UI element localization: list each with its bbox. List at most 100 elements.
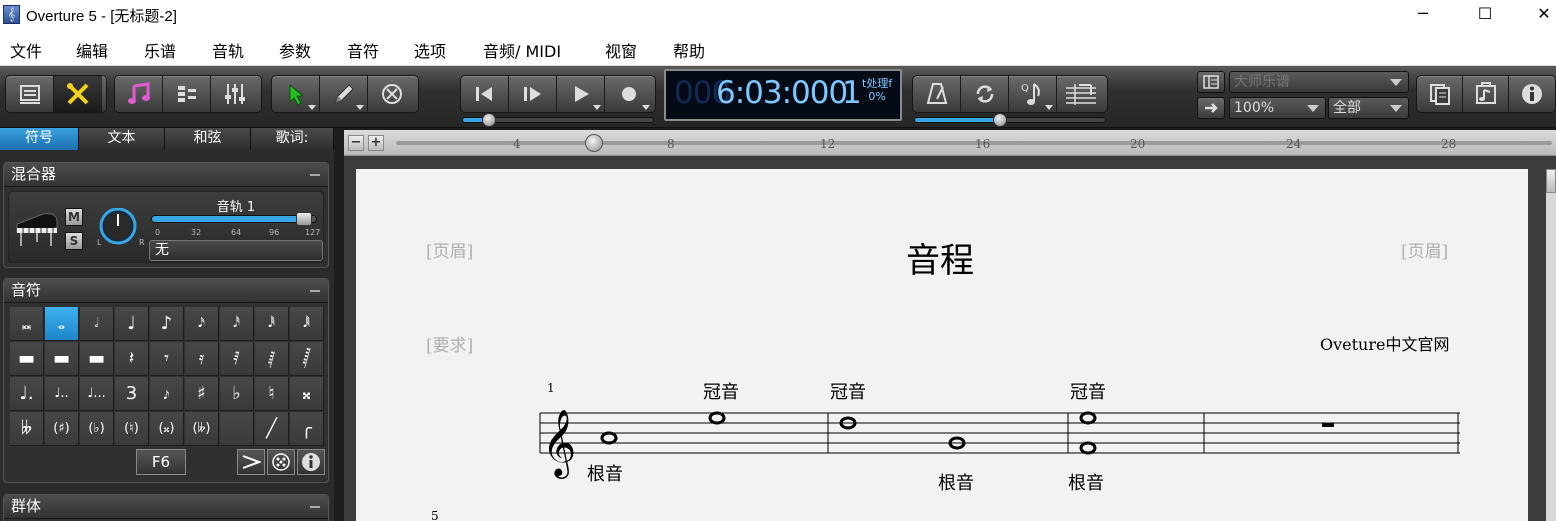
- requirement-text[interactable]: [要求]: [426, 331, 473, 356]
- whole-note[interactable]: [600, 431, 618, 445]
- playback-style-button[interactable]: [267, 449, 295, 475]
- loop-button[interactable]: [961, 76, 1009, 112]
- keyboard-shortcut-field[interactable]: F6: [136, 449, 186, 475]
- zoom-out-button[interactable]: −: [348, 135, 364, 151]
- instrument-select[interactable]: 无: [149, 240, 323, 261]
- menu-parameters[interactable]: 参数: [279, 38, 311, 62]
- note-palette-symbol[interactable]: 3: [115, 377, 149, 411]
- note-palette-symbol[interactable]: 𝅁: [255, 342, 289, 376]
- note-palette-symbol[interactable]: ♩.: [10, 377, 44, 411]
- note-palette-symbol[interactable]: ♭: [220, 377, 254, 411]
- playback-position-slider[interactable]: [462, 113, 654, 127]
- header-right[interactable]: [页眉]: [1401, 237, 1448, 262]
- menu-window[interactable]: 视窗: [605, 38, 637, 62]
- note-palette-symbol[interactable]: 𝅘𝅥𝅱: [255, 307, 289, 341]
- menu-edit[interactable]: 编辑: [76, 38, 108, 62]
- go-to-button[interactable]: [1197, 97, 1225, 119]
- menu-options[interactable]: 选项: [414, 38, 446, 62]
- measure-ruler[interactable]: − + 4 8 12 16 20 24 28: [344, 130, 1556, 156]
- note-palette-symbol[interactable]: [220, 412, 254, 446]
- note-palette-symbol[interactable]: 𝅘𝅥𝅯: [185, 307, 219, 341]
- note-palette-symbol[interactable]: 𝆔: [150, 377, 184, 411]
- ruler-position-knob[interactable]: [585, 134, 603, 152]
- score-page[interactable]: [页眉] [页眉] 音程 [要求] Oveture中文官网 1 5 冠音 冠音 …: [356, 169, 1528, 521]
- tempo-slider[interactable]: [914, 113, 1106, 127]
- collapse-icon[interactable]: [310, 506, 320, 508]
- quantize-button[interactable]: Q: [1009, 76, 1057, 112]
- groups-panel-header[interactable]: 群体: [4, 495, 328, 519]
- info-button[interactable]: [1509, 76, 1555, 112]
- view-select[interactable]: 大师乐谱: [1229, 71, 1409, 93]
- page-view-button[interactable]: [6, 76, 54, 112]
- note-palette-symbol[interactable]: (♭): [80, 412, 114, 446]
- mute-button[interactable]: M: [65, 208, 83, 226]
- menu-file[interactable]: 文件: [10, 38, 42, 62]
- whole-note[interactable]: [1079, 411, 1097, 425]
- note-palette-symbol[interactable]: ▬: [10, 342, 44, 376]
- note-palette-symbol[interactable]: ♩...: [80, 377, 114, 411]
- metronome-button[interactable]: [913, 76, 961, 112]
- tools-button[interactable]: [54, 76, 102, 112]
- note-palette-symbol[interactable]: (𝄪): [150, 412, 184, 446]
- whole-rest[interactable]: [1322, 423, 1334, 427]
- collapse-icon[interactable]: [310, 174, 320, 176]
- menu-notes[interactable]: 音符: [347, 38, 379, 62]
- note-palette-symbol[interactable]: ♮: [255, 377, 289, 411]
- menu-score[interactable]: 乐谱: [144, 38, 176, 62]
- note-palette-symbol[interactable]: 𝅜: [10, 307, 44, 341]
- playback-position-knob[interactable]: [482, 113, 496, 127]
- step-forward-button[interactable]: [509, 76, 557, 112]
- tab-symbols[interactable]: 符号: [0, 128, 79, 150]
- note-palette-symbol[interactable]: 𝅘𝅥𝅰: [220, 307, 254, 341]
- zoom-in-button[interactable]: +: [368, 135, 384, 151]
- play-button[interactable]: [557, 76, 605, 112]
- rewind-button[interactable]: [461, 76, 509, 112]
- tab-chords[interactable]: 和弦: [165, 128, 251, 150]
- note-palette-symbol[interactable]: (𝄫): [185, 412, 219, 446]
- menu-audio-midi[interactable]: 音频/ MIDI: [483, 38, 561, 62]
- header-left[interactable]: [页眉]: [426, 237, 473, 262]
- staff-system[interactable]: 𝄞: [536, 399, 1466, 489]
- accent-button[interactable]: [237, 449, 265, 475]
- staff-settings-button[interactable]: [1057, 76, 1105, 112]
- note-palette-symbol[interactable]: 𝅗𝅥: [80, 307, 114, 341]
- note-palette-symbol[interactable]: (♮): [115, 412, 149, 446]
- tab-text[interactable]: 文本: [79, 128, 165, 150]
- tempo-slider-knob[interactable]: [993, 113, 1007, 127]
- note-palette-symbol[interactable]: 𝅝: [45, 307, 79, 341]
- note-palette-symbol[interactable]: ▬: [80, 342, 114, 376]
- treble-clef-icon[interactable]: 𝄞: [542, 408, 576, 479]
- view-mode-button[interactable]: [1197, 71, 1225, 93]
- volume-slider[interactable]: [151, 212, 317, 226]
- note-palette-symbol[interactable]: ▬: [45, 342, 79, 376]
- copy-pages-button[interactable]: [1417, 76, 1464, 112]
- vertical-scrollbar[interactable]: [1546, 169, 1556, 521]
- volume-slider-knob[interactable]: [296, 212, 312, 226]
- note-palette-symbol[interactable]: 𝄽: [115, 342, 149, 376]
- whole-note[interactable]: [708, 411, 726, 425]
- score-editor-button[interactable]: [115, 76, 163, 112]
- note-palette-symbol[interactable]: (♯): [45, 412, 79, 446]
- track-view-button[interactable]: [163, 76, 211, 112]
- score-title[interactable]: 音程: [906, 233, 974, 282]
- mixer-view-button[interactable]: [211, 76, 259, 112]
- note-palette-symbol[interactable]: 𝅀: [220, 342, 254, 376]
- note-palette-symbol[interactable]: ♪: [150, 307, 184, 341]
- note-palette-symbol[interactable]: 𝄫: [10, 412, 44, 446]
- maximize-button[interactable]: ☐: [1462, 0, 1508, 30]
- note-palette-symbol[interactable]: 𝅘𝅥𝅲: [290, 307, 324, 341]
- record-button[interactable]: [605, 76, 653, 112]
- note-palette-symbol[interactable]: ╱: [255, 412, 289, 446]
- note-palette-symbol[interactable]: 𝄪: [290, 377, 324, 411]
- close-button[interactable]: ✕: [1521, 0, 1556, 30]
- note-palette-symbol[interactable]: ♯: [185, 377, 219, 411]
- whole-note[interactable]: [1079, 441, 1097, 455]
- note-info-button[interactable]: [297, 449, 325, 475]
- mixer-panel-header[interactable]: 混合器: [4, 163, 328, 187]
- minimize-button[interactable]: ─: [1400, 0, 1446, 30]
- note-palette-symbol[interactable]: ╭: [290, 412, 324, 446]
- select-tool-button[interactable]: [272, 76, 320, 112]
- note-palette-symbol[interactable]: 𝄾: [150, 342, 184, 376]
- notes-panel-header[interactable]: 音符: [4, 279, 328, 303]
- note-palette-symbol[interactable]: ♩: [115, 307, 149, 341]
